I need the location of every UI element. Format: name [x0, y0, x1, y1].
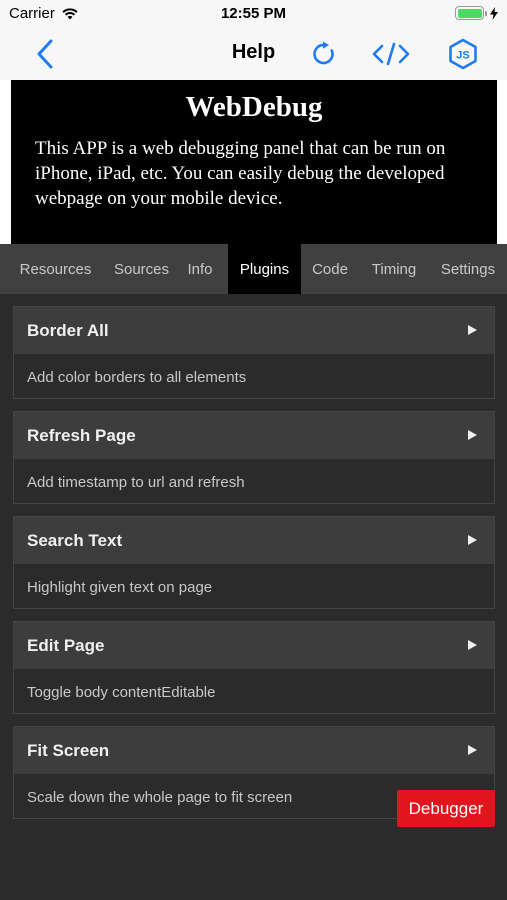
plugin-description: Scale down the whole page to fit screen	[27, 789, 293, 806]
plugin-title: Fit Screen	[27, 741, 110, 760]
plugin-edit-page: Edit Page Toggle body contentEditable	[13, 621, 495, 714]
plugin-title: Border All	[27, 321, 109, 340]
plugin-search-text: Search Text Highlight given text on page	[13, 516, 495, 609]
status-bar: Carrier 12:55 PM	[0, 0, 507, 28]
plugin-header[interactable]: Refresh Page	[14, 412, 494, 459]
tab-plugins[interactable]: Plugins	[228, 244, 301, 294]
tab-timing[interactable]: Timing	[359, 244, 429, 294]
play-arrow-icon[interactable]	[468, 325, 477, 335]
plugin-title: Edit Page	[27, 636, 105, 655]
tab-code[interactable]: Code	[301, 244, 359, 294]
battery-icon	[455, 6, 498, 20]
tab-bar: Resources Sources Info Plugins Code Timi…	[0, 244, 507, 294]
debugger-button[interactable]: Debugger	[397, 790, 495, 827]
refresh-button[interactable]	[304, 36, 344, 72]
source-code-button[interactable]	[371, 36, 411, 72]
code-icon	[372, 42, 410, 66]
navigation-bar: Help JS	[0, 28, 507, 80]
webpage-content: WebDebug This APP is a web debugging pan…	[11, 80, 497, 244]
webpage-description: This APP is a web debugging panel that c…	[35, 138, 446, 209]
plugin-title: Refresh Page	[27, 426, 136, 445]
plugin-header[interactable]: Search Text	[14, 517, 494, 564]
tab-resources[interactable]: Resources	[0, 244, 111, 294]
plugin-description: Add timestamp to url and refresh	[27, 474, 245, 491]
status-time: 12:55 PM	[220, 5, 287, 22]
page-title: Help	[231, 41, 276, 63]
plugin-description: Toggle body contentEditable	[27, 684, 216, 701]
plugin-border-all: Border All Add color borders to all elem…	[13, 306, 495, 399]
chevron-left-icon	[37, 39, 53, 69]
tab-sources[interactable]: Sources	[111, 244, 172, 294]
plugin-header[interactable]: Edit Page	[14, 622, 494, 669]
plugin-header[interactable]: Fit Screen	[14, 727, 494, 774]
refresh-icon	[313, 41, 334, 65]
battery-fill	[457, 8, 482, 18]
tab-info[interactable]: Info	[172, 244, 228, 294]
webpage-title: WebDebug	[185, 91, 323, 123]
plugin-refresh-page: Refresh Page Add timestamp to url and re…	[13, 411, 495, 504]
js-badge-text: JS	[456, 50, 469, 62]
play-arrow-icon[interactable]	[468, 535, 477, 545]
tab-settings[interactable]: Settings	[429, 244, 507, 294]
plugin-description: Add color borders to all elements	[27, 369, 247, 386]
plugin-description: Highlight given text on page	[27, 579, 213, 596]
charging-bolt-icon	[490, 6, 498, 20]
back-button[interactable]	[28, 36, 62, 72]
javascript-button[interactable]: JS	[443, 36, 483, 72]
play-arrow-icon[interactable]	[468, 745, 477, 755]
plugin-title: Search Text	[27, 531, 123, 550]
play-arrow-icon[interactable]	[468, 640, 477, 650]
plugin-header[interactable]: Border All	[14, 307, 494, 354]
webpage-preview: WebDebug This APP is a web debugging pan…	[0, 80, 507, 244]
play-arrow-icon[interactable]	[468, 430, 477, 440]
js-icon: JS	[449, 38, 477, 70]
